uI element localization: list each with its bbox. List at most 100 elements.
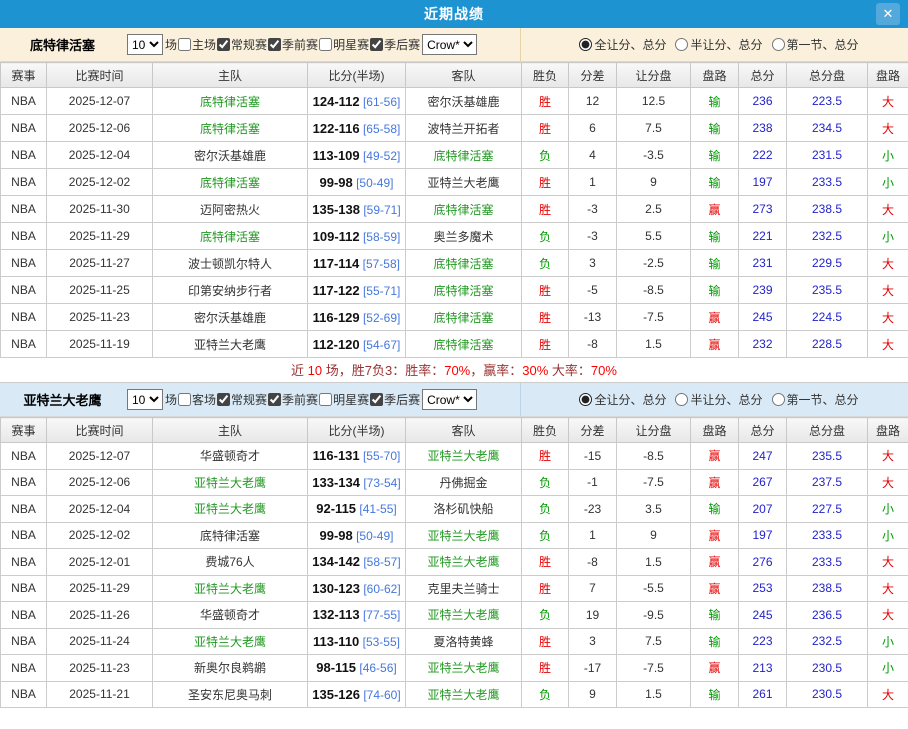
header-row: 赛事比赛时间主队比分(半场)客队胜负分差让分盘盘路总分总分盘盘路 bbox=[1, 63, 908, 88]
half-score: [65-58] bbox=[360, 122, 401, 136]
cell-total-line: 228.5 bbox=[787, 331, 868, 358]
cell-score: 117-122 [55-71] bbox=[308, 277, 406, 304]
half-score: [54-67] bbox=[360, 338, 401, 352]
filter-checkbox[interactable] bbox=[268, 38, 281, 51]
cell-handicap-result: 赢 bbox=[691, 331, 739, 358]
cell-total-points: 236 bbox=[739, 88, 787, 115]
filter-checkbox[interactable] bbox=[178, 38, 191, 51]
stat-mode-radio[interactable] bbox=[675, 393, 688, 406]
team-name: 亚特兰大老鹰 bbox=[0, 390, 125, 409]
cell-home-team: 新奥尔良鹈鹕 bbox=[153, 655, 308, 682]
cell-league: NBA bbox=[1, 304, 47, 331]
cell-handicap-result: 赢 bbox=[691, 655, 739, 682]
cell-total-points: 261 bbox=[739, 681, 787, 708]
filter-checkbox-label: 客场 bbox=[192, 391, 216, 408]
stat-mode-radio[interactable] bbox=[772, 393, 785, 406]
half-score: [60-62] bbox=[360, 582, 401, 596]
cell-total-points: 223 bbox=[739, 628, 787, 655]
match-row: NBA2025-12-02底特律活塞99-98 [50-49]亚特兰大老鹰负19… bbox=[1, 522, 908, 549]
filter-checkbox[interactable] bbox=[217, 38, 230, 51]
full-score: 124-112 bbox=[313, 94, 360, 109]
cell-point-diff: 12 bbox=[569, 88, 617, 115]
match-row: NBA2025-11-30迈阿密热火135-138 [59-71]底特律活塞胜-… bbox=[1, 196, 908, 223]
cell-handicap-result: 赢 bbox=[691, 522, 739, 549]
filter-checkbox-label: 明星赛 bbox=[333, 36, 369, 53]
cell-league: NBA bbox=[1, 196, 47, 223]
cell-date: 2025-11-29 bbox=[47, 575, 153, 602]
cell-score: 99-98 [50-49] bbox=[308, 169, 406, 196]
filter-checkbox[interactable] bbox=[217, 393, 230, 406]
match-row: NBA2025-12-02底特律活塞99-98 [50-49]亚特兰大老鹰胜19… bbox=[1, 169, 908, 196]
cell-away-team: 亚特兰大老鹰 bbox=[406, 655, 522, 682]
cell-handicap-result: 赢 bbox=[691, 549, 739, 576]
cell-league: NBA bbox=[1, 331, 47, 358]
full-score: 130-123 bbox=[312, 581, 360, 596]
cell-total-line: 235.5 bbox=[787, 443, 868, 470]
filter-bar: 亚特兰大老鹰 10 场 客场常规赛季前赛明星赛季后赛 Crow* 全让分、总分半… bbox=[0, 383, 908, 417]
filter-checkbox[interactable] bbox=[178, 393, 191, 406]
cell-handicap-line: -8.5 bbox=[617, 443, 691, 470]
cell-date: 2025-12-02 bbox=[47, 169, 153, 196]
stat-mode-radio-group: 全让分、总分半让分、总分第一节、总分 bbox=[570, 36, 858, 53]
filter-checkbox[interactable] bbox=[370, 393, 383, 406]
cell-total-points: 253 bbox=[739, 575, 787, 602]
cell-date: 2025-11-25 bbox=[47, 277, 153, 304]
match-row: NBA2025-12-07华盛顿奇才116-131 [55-70]亚特兰大老鹰胜… bbox=[1, 443, 908, 470]
full-score: 98-115 bbox=[316, 660, 356, 675]
cell-home-team: 底特律活塞 bbox=[153, 88, 308, 115]
cell-handicap-line: 1.5 bbox=[617, 681, 691, 708]
cell-away-team: 克里夫兰骑士 bbox=[406, 575, 522, 602]
cell-result: 负 bbox=[522, 469, 569, 496]
match-row: NBA2025-12-06亚特兰大老鹰133-134 [73-54]丹佛掘金负-… bbox=[1, 469, 908, 496]
filter-checkbox[interactable] bbox=[370, 38, 383, 51]
cell-away-team: 底特律活塞 bbox=[406, 250, 522, 277]
filter-controls: 底特律活塞 10 场 主场常规赛季前赛明星赛季后赛 Crow* bbox=[0, 28, 521, 61]
cell-handicap-result: 输 bbox=[691, 496, 739, 523]
cell-total-points: 245 bbox=[739, 304, 787, 331]
match-row: NBA2025-11-25印第安纳步行者117-122 [55-71]底特律活塞… bbox=[1, 277, 908, 304]
cell-point-diff: -15 bbox=[569, 443, 617, 470]
games-count-select[interactable]: 10 bbox=[127, 389, 163, 410]
cell-home-team: 亚特兰大老鹰 bbox=[153, 331, 308, 358]
cell-point-diff: 6 bbox=[569, 115, 617, 142]
cell-away-team: 底特律活塞 bbox=[406, 331, 522, 358]
stat-mode-radio[interactable] bbox=[579, 393, 592, 406]
stat-mode-radio-label: 半让分、总分 bbox=[690, 391, 762, 408]
games-count-select[interactable]: 10 bbox=[127, 34, 163, 55]
cell-home-team: 亚特兰大老鹰 bbox=[153, 496, 308, 523]
cell-point-diff: 3 bbox=[569, 628, 617, 655]
cell-handicap-line: -2.5 bbox=[617, 250, 691, 277]
stat-mode-radio[interactable] bbox=[772, 38, 785, 51]
stat-mode-radio[interactable] bbox=[579, 38, 592, 51]
cell-result: 胜 bbox=[522, 88, 569, 115]
filter-checkbox[interactable] bbox=[319, 393, 332, 406]
match-row: NBA2025-11-19亚特兰大老鹰112-120 [54-67]底特律活塞胜… bbox=[1, 331, 908, 358]
filter-checkbox[interactable] bbox=[268, 393, 281, 406]
cell-total-points: 197 bbox=[739, 522, 787, 549]
close-icon[interactable]: ✕ bbox=[876, 3, 900, 25]
cell-home-team: 亚特兰大老鹰 bbox=[153, 628, 308, 655]
cell-total-points: 213 bbox=[739, 655, 787, 682]
stat-mode-radio[interactable] bbox=[675, 38, 688, 51]
cell-home-team: 迈阿密热火 bbox=[153, 196, 308, 223]
cell-total-line: 227.5 bbox=[787, 496, 868, 523]
filter-checkbox[interactable] bbox=[319, 38, 332, 51]
cell-league: NBA bbox=[1, 443, 47, 470]
cell-total-line: 230.5 bbox=[787, 681, 868, 708]
half-score: [59-71] bbox=[360, 203, 401, 217]
cell-result: 负 bbox=[522, 250, 569, 277]
odds-provider-select[interactable]: Crow* bbox=[422, 34, 477, 55]
cell-date: 2025-12-04 bbox=[47, 496, 153, 523]
column-header: 盘路 bbox=[868, 418, 908, 443]
cell-home-team: 底特律活塞 bbox=[153, 169, 308, 196]
odds-provider-select[interactable]: Crow* bbox=[422, 389, 477, 410]
cell-over-under: 小 bbox=[868, 496, 908, 523]
column-header: 总分盘 bbox=[787, 418, 868, 443]
cell-score: 117-114 [57-58] bbox=[308, 250, 406, 277]
cell-over-under: 大 bbox=[868, 331, 908, 358]
cell-handicap-line: -7.5 bbox=[617, 655, 691, 682]
half-score: [58-59] bbox=[360, 230, 401, 244]
cell-handicap-result: 输 bbox=[691, 223, 739, 250]
cell-handicap-line: 1.5 bbox=[617, 331, 691, 358]
summary-segment: 70% bbox=[444, 363, 470, 378]
